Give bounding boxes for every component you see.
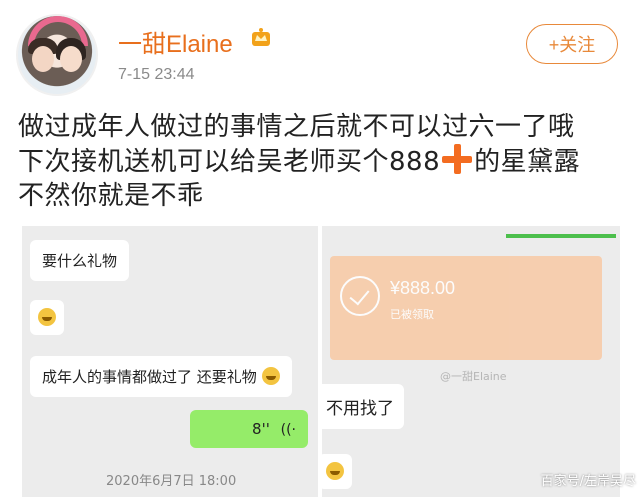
post-text-line: 不然你就是不乖	[18, 181, 204, 211]
chat-bubble-text: 成年人的事情都做过了 还要礼物	[42, 368, 257, 386]
post-text-line: 下次接机送机可以给吴老师买个888 的星黛露	[18, 144, 630, 179]
chat-bubble-emoji	[322, 454, 352, 489]
transfer-card: ¥888.00 已被领取	[330, 256, 602, 360]
emoji-icon	[261, 367, 280, 385]
post-header: 一甜Elaine 7-15 23:44 +关注	[0, 0, 640, 100]
check-circle-icon	[340, 276, 380, 316]
chat-screenshot-right[interactable]: ¥888.00 已被领取 @一甜Elaine 不用找了	[322, 226, 620, 497]
voice-duration: 8''	[252, 420, 270, 438]
voice-message-bubble[interactable]: 8'' ((·	[190, 410, 308, 448]
emoji-icon	[326, 462, 344, 480]
post-time: 7-15 23:44	[118, 66, 195, 83]
chat-bubble: 要什么礼物	[30, 240, 130, 281]
emoji-icon	[38, 308, 56, 326]
chat-bubble: 不用找了	[322, 384, 404, 429]
username[interactable]: 一甜Elaine	[118, 24, 233, 59]
avatar-face-right	[60, 46, 82, 72]
progress-bar-decoration	[506, 234, 616, 238]
chat-screenshot-left[interactable]: 要什么礼物 成年人的事情都做过了 还要礼物 8'' ((· 2020年6月7日 …	[22, 226, 318, 497]
post-text-line: 做过成年人做过的事情之后就不可以过六一了哦	[18, 112, 575, 142]
voice-wave-icon: ((·	[280, 422, 296, 438]
source-watermark: 百家号/左岸吴尽	[540, 474, 636, 489]
plus-emoji-icon	[442, 144, 473, 174]
transfer-amount: ¥888.00	[390, 278, 456, 298]
chat-bubble-emoji	[30, 300, 64, 335]
post-text: 做过成年人做过的事情之后就不可以过六一了哦 下次接机送机可以给吴老师买个888 的…	[18, 110, 630, 213]
chat-bubble: 成年人的事情都做过了 还要礼物	[30, 356, 292, 397]
post-text-segment: 下次接机送机可以给吴老师买个888	[18, 147, 441, 177]
avatar-face-left	[32, 46, 54, 72]
transfer-status: 已被领取	[390, 308, 434, 321]
avatar[interactable]	[16, 14, 98, 96]
watermark: @一甜Elaine	[440, 370, 507, 383]
chat-date: 2020年6月7日 18:00	[106, 474, 237, 489]
vip-crown-icon	[252, 28, 270, 46]
post-text-segment: 的星黛露	[474, 147, 581, 177]
follow-button[interactable]: +关注	[526, 24, 618, 64]
